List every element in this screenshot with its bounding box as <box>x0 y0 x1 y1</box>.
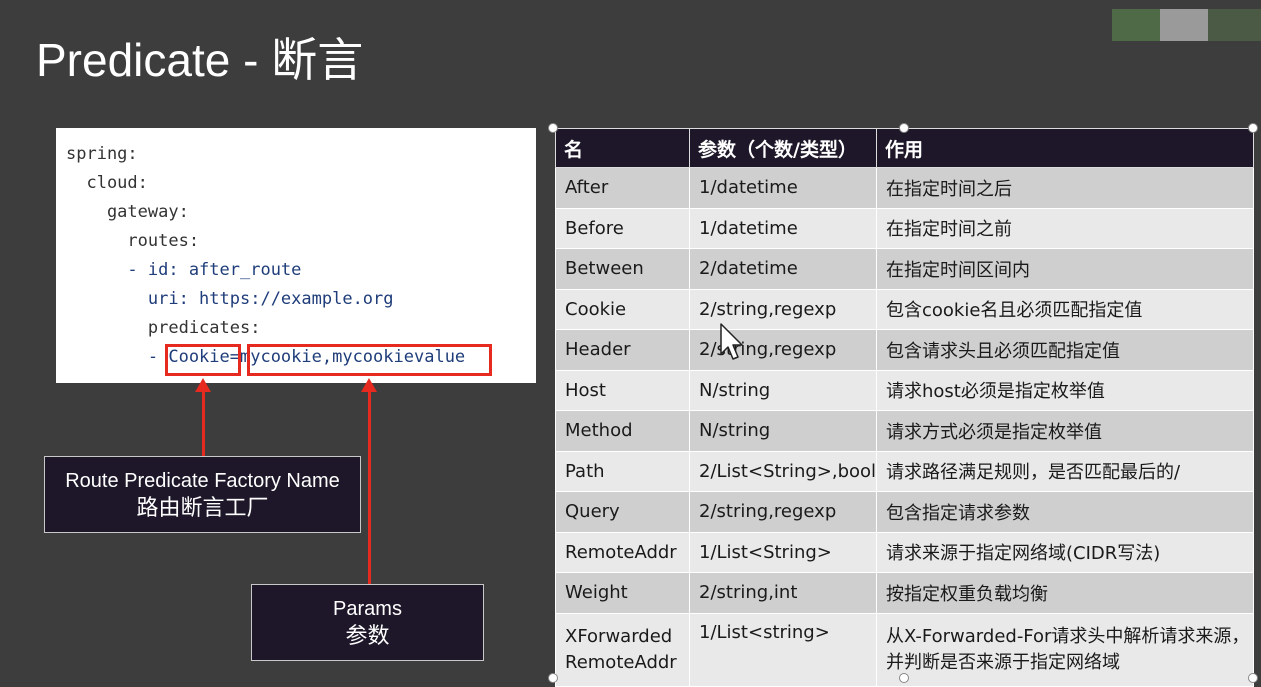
table-row: Path 2/List<String>,bool 请求路径满足规则，是否匹配最后的/ <box>555 450 1254 492</box>
cell-name: Between <box>555 248 690 290</box>
header-name: 名 <box>555 128 690 168</box>
table-row: Query 2/string,regexp 包含指定请求参数 <box>555 491 1254 533</box>
code-line-6: uri: https://example.org <box>66 289 394 309</box>
cell-effect: 请求方式必须是指定枚举值 <box>876 410 1254 452</box>
resize-handle-top-middle[interactable] <box>899 123 909 133</box>
code-line-1: spring: <box>66 144 138 164</box>
code-line-7: predicates: <box>66 318 261 338</box>
params-callout: Params 参数 <box>251 584 484 661</box>
resize-handle-top-left[interactable] <box>548 123 558 133</box>
cell-params: 2/string,regexp <box>689 288 877 330</box>
cell-params: 1/List<String> <box>689 531 877 573</box>
video-thumbnail-strip[interactable] <box>1112 9 1261 41</box>
table-row: Header 2/string,regexp 包含请求头且必须匹配指定值 <box>555 329 1254 371</box>
factory-name-highlight <box>165 344 241 376</box>
cell-effect: 在指定时间之后 <box>876 167 1254 209</box>
mouse-pointer-icon <box>720 323 743 360</box>
factory-arrow <box>202 390 205 458</box>
code-line-2: cloud: <box>66 173 148 193</box>
cell-name: XForwarded RemoteAddr <box>555 612 690 687</box>
thumbnail-3[interactable] <box>1208 9 1261 41</box>
resize-handle-bottom-middle[interactable] <box>899 673 909 683</box>
cell-effect: 在指定时间之前 <box>876 207 1254 249</box>
params-arrow-head <box>361 378 377 392</box>
params-callout-zh: 参数 <box>345 622 390 648</box>
factory-callout-zh: 路由断言工厂 <box>136 494 269 520</box>
cell-effect: 请求来源于指定网络域(CIDR写法) <box>876 531 1254 573</box>
cell-params: 2/List<String>,bool <box>689 450 877 492</box>
table-row: After 1/datetime 在指定时间之后 <box>555 167 1254 209</box>
header-params: 参数（个数/类型） <box>689 128 877 168</box>
params-callout-en: Params <box>333 597 402 620</box>
cell-name: Before <box>555 207 690 249</box>
cell-name: Weight <box>555 572 690 614</box>
cell-params: N/string <box>689 410 877 452</box>
cell-name: Cookie <box>555 288 690 330</box>
cell-params: 1/List<string> <box>689 612 877 687</box>
params-arrow <box>368 390 371 586</box>
cell-name: RemoteAddr <box>555 531 690 573</box>
factory-arrow-head <box>195 378 211 392</box>
cell-effect: 从X-Forwarded-For请求头中解析请求来源，并判断是否来源于指定网络域 <box>876 612 1254 687</box>
table-row: Between 2/datetime 在指定时间区间内 <box>555 248 1254 290</box>
cell-name: Method <box>555 410 690 452</box>
cell-params: 1/datetime <box>689 207 877 249</box>
cell-name: Header <box>555 329 690 371</box>
table-row: RemoteAddr 1/List<String> 请求来源于指定网络域(CIDR写… <box>555 531 1254 573</box>
cell-effect: 包含cookie名且必须匹配指定值 <box>876 288 1254 330</box>
thumbnail-2[interactable] <box>1160 9 1208 41</box>
predicate-table[interactable]: 名 参数（个数/类型） 作用 After 1/datetime 在指定时间之后 Be… <box>555 128 1254 687</box>
resize-handle-bottom-right[interactable] <box>1248 673 1258 683</box>
table-row: Host N/string 请求host必须是指定枚举值 <box>555 369 1254 411</box>
cell-effect: 请求路径满足规则，是否匹配最后的/ <box>876 450 1254 492</box>
table-header-row: 名 参数（个数/类型） 作用 <box>555 128 1254 168</box>
cell-effect: 在指定时间区间内 <box>876 248 1254 290</box>
resize-handle-bottom-left[interactable] <box>548 673 558 683</box>
code-line-3: gateway: <box>66 202 189 222</box>
cell-params: 2/string,int <box>689 572 877 614</box>
resize-handle-top-right[interactable] <box>1248 123 1258 133</box>
table-row: Cookie 2/string,regexp 包含cookie名且必须匹配指定值 <box>555 288 1254 330</box>
table-row: Weight 2/string,int 按指定权重负载均衡 <box>555 572 1254 614</box>
cell-params: N/string <box>689 369 877 411</box>
table-row: Before 1/datetime 在指定时间之前 <box>555 207 1254 249</box>
thumbnail-1[interactable] <box>1112 9 1160 41</box>
header-effect: 作用 <box>876 128 1254 168</box>
cell-params: 2/string,regexp <box>689 491 877 533</box>
factory-name-callout: Route Predicate Factory Name 路由断言工厂 <box>44 456 361 533</box>
cell-name: Host <box>555 369 690 411</box>
cell-name: After <box>555 167 690 209</box>
slide-title: Predicate - 断言 <box>36 34 364 86</box>
params-highlight <box>247 344 492 376</box>
cell-name: Path <box>555 450 690 492</box>
cell-params: 1/datetime <box>689 167 877 209</box>
code-line-4: routes: <box>66 231 200 251</box>
code-line-5: - id: after_route <box>66 260 302 280</box>
factory-callout-en: Route Predicate Factory Name <box>65 469 340 492</box>
cell-effect: 请求host必须是指定枚举值 <box>876 369 1254 411</box>
cell-effect: 包含指定请求参数 <box>876 491 1254 533</box>
cell-effect: 按指定权重负载均衡 <box>876 572 1254 614</box>
cell-name: Query <box>555 491 690 533</box>
table-row: Method N/string 请求方式必须是指定枚举值 <box>555 410 1254 452</box>
cell-effect: 包含请求头且必须匹配指定值 <box>876 329 1254 371</box>
cell-params: 2/string,regexp <box>689 329 877 371</box>
cell-params: 2/datetime <box>689 248 877 290</box>
